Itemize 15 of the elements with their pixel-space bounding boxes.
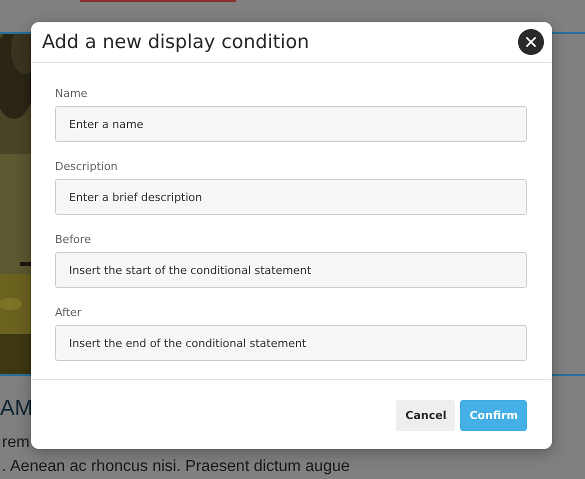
field-label: Before xyxy=(55,233,92,246)
cancel-button[interactable]: Cancel xyxy=(396,400,456,432)
section-heading: AM xyxy=(0,395,33,421)
dialog-title: Add a new display condition xyxy=(42,31,310,54)
field-label: Description xyxy=(55,160,119,174)
input-field[interactable]: Enter a brief description xyxy=(55,179,527,216)
field-label: After xyxy=(55,306,82,320)
input-field[interactable]: Insert the end of the conditional statement xyxy=(55,325,527,362)
input-field[interactable]: Insert the start of the conditional statement xyxy=(55,252,527,288)
input-field[interactable]: Enter a name xyxy=(55,106,527,142)
body-text: . Aenean ac rhoncus nisi. Praesent dictum augue xyxy=(2,457,351,476)
body-text: rem xyxy=(2,433,31,452)
close-icon xyxy=(526,37,536,48)
close-button[interactable] xyxy=(518,29,544,56)
field-label: Name xyxy=(55,87,88,100)
